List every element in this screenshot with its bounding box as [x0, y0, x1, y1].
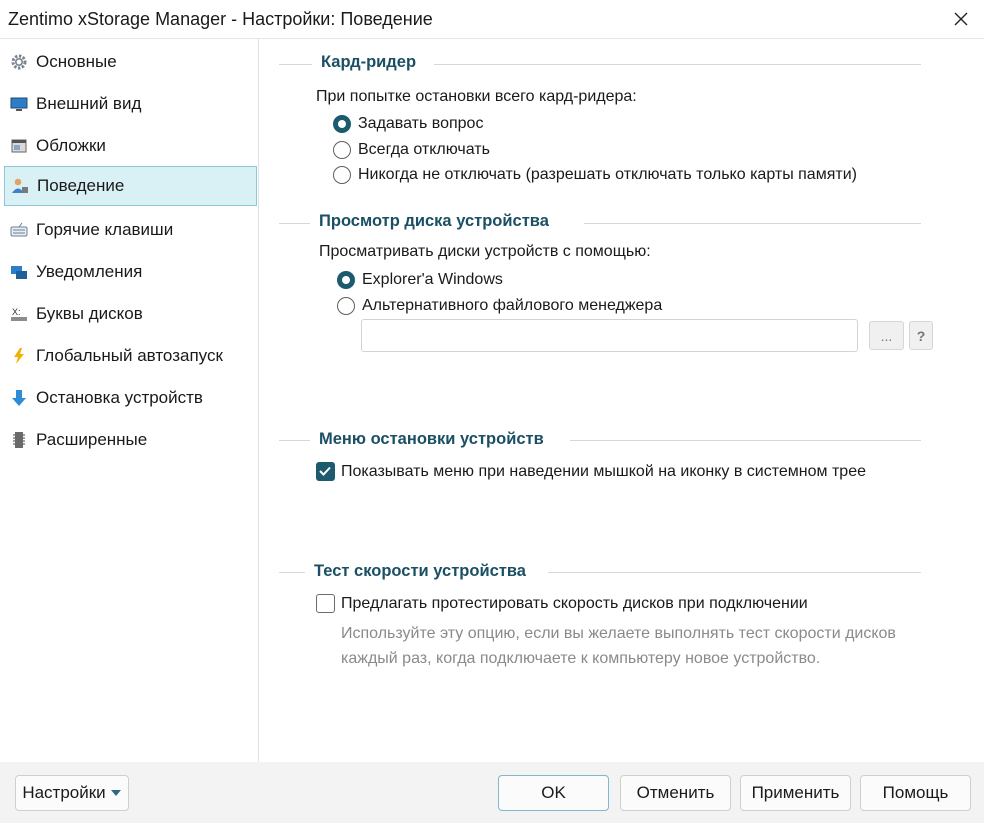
checkbox-offer-speed-test[interactable] [316, 594, 335, 613]
group-divider [279, 64, 312, 65]
footer-bar: Настройки OK Отменить Применить Помощь [0, 762, 984, 823]
sidebar-item-drive-letters[interactable]: X: Буквы дисков [4, 294, 257, 334]
gear-icon [10, 53, 28, 71]
checkbox-label-offer-speed-test[interactable]: Предлагать протестировать скорость диско… [341, 595, 808, 613]
radio-alt-file-manager[interactable] [337, 297, 355, 315]
sidebar-item-label: Расширенные [36, 430, 148, 449]
sidebar-item-skins[interactable]: Обложки [4, 126, 257, 166]
radio-label-never-disconnect[interactable]: Никогда не отключать (разрешать отключат… [358, 166, 857, 184]
radio-label-alt-file-manager[interactable]: Альтернативного файлового менеджера [362, 297, 662, 315]
group-title-stop-menu: Меню остановки устройств [319, 430, 544, 448]
sidebar-item-label: Глобальный автозапуск [36, 346, 223, 365]
group-divider [584, 223, 921, 224]
sidebar-item-general[interactable]: Основные [4, 42, 257, 82]
group-title-disk-view: Просмотр диска устройства [319, 212, 549, 230]
browse-button[interactable]: ... [869, 321, 904, 350]
group-divider [570, 440, 921, 441]
close-icon [954, 12, 968, 26]
radio-always-disconnect[interactable] [333, 141, 351, 159]
sidebar-item-stop-devices[interactable]: Остановка устройств [4, 378, 257, 418]
keyboard-icon [10, 221, 28, 239]
group-divider [548, 572, 921, 573]
checkbox-label-show-tray-menu[interactable]: Показывать меню при наведении мышкой на … [341, 463, 866, 481]
sidebar-item-label: Обложки [36, 136, 106, 155]
sidebar-item-label: Уведомления [36, 262, 143, 281]
radio-never-disconnect[interactable] [333, 166, 351, 184]
checkmark-icon [319, 466, 331, 476]
radio-label-ask[interactable]: Задавать вопрос [358, 115, 483, 133]
radio-label-explorer[interactable]: Explorer'a Windows [362, 271, 503, 289]
notification-icon [10, 263, 28, 281]
file-manager-path-input[interactable] [361, 319, 858, 352]
help-question-button[interactable]: ? [909, 321, 933, 350]
group-title-speed-test: Тест скорости устройства [314, 562, 526, 580]
checkbox-show-tray-menu[interactable] [316, 462, 335, 481]
monitor-icon [10, 95, 28, 113]
card-reader-prompt: При попытке остановки всего кард-ридера: [316, 88, 637, 105]
help-button[interactable]: Помощь [860, 775, 971, 811]
sidebar-item-appearance[interactable]: Внешний вид [4, 84, 257, 124]
sidebar-item-hotkeys[interactable]: Горячие клавиши [4, 210, 257, 250]
ok-button[interactable]: OK [498, 775, 609, 811]
drive-letter-icon: X: [10, 305, 28, 323]
dropdown-arrow-icon [110, 790, 121, 796]
svg-text:X:: X: [12, 307, 21, 317]
group-title-card-reader: Кард-ридер [321, 53, 417, 71]
sidebar-item-label: Основные [36, 52, 117, 71]
lightning-icon [10, 347, 28, 365]
group-divider [279, 440, 310, 441]
radio-explorer[interactable] [337, 271, 355, 289]
radio-ask[interactable] [333, 115, 351, 133]
sidebar-item-label: Остановка устройств [36, 388, 203, 407]
speed-test-hint-line1: Используйте эту опцию, если вы желаете в… [341, 625, 896, 642]
sidebar-item-advanced[interactable]: Расширенные [4, 420, 257, 460]
group-divider [434, 64, 921, 65]
sidebar-item-label: Внешний вид [36, 94, 142, 113]
title-bar: Zentimo xStorage Manager - Настройки: По… [0, 0, 984, 39]
disk-view-prompt: Просматривать диски устройств с помощью: [319, 243, 651, 260]
window-title: Zentimo xStorage Manager - Настройки: По… [8, 9, 433, 29]
sidebar-item-label: Поведение [37, 176, 125, 195]
skin-window-icon [10, 137, 28, 155]
sidebar-item-label: Буквы дисков [36, 304, 143, 323]
sidebar-item-behavior[interactable]: Поведение [4, 166, 257, 206]
settings-dropdown-label: Настройки [22, 783, 106, 802]
apply-button[interactable]: Применить [740, 775, 851, 811]
sidebar-item-notifications[interactable]: Уведомления [4, 252, 257, 292]
group-divider [279, 572, 305, 573]
cancel-button[interactable]: Отменить [620, 775, 731, 811]
sidebar-item-autorun[interactable]: Глобальный автозапуск [4, 336, 257, 376]
settings-content: Кард-ридер При попытке остановки всего к… [259, 39, 984, 762]
settings-dropdown-button[interactable]: Настройки [15, 775, 129, 811]
down-arrow-icon [10, 389, 28, 407]
chip-icon [10, 431, 28, 449]
speed-test-hint-line2: каждый раз, когда подключаете к компьюте… [341, 650, 821, 667]
radio-label-always-disconnect[interactable]: Всегда отключать [358, 141, 490, 159]
settings-sidebar: Основные Внешний вид Обложки Поведение Г… [0, 39, 259, 762]
sidebar-item-label: Горячие клавиши [36, 220, 174, 239]
user-behavior-icon [11, 177, 29, 195]
group-divider [279, 223, 310, 224]
close-button[interactable] [938, 0, 984, 38]
